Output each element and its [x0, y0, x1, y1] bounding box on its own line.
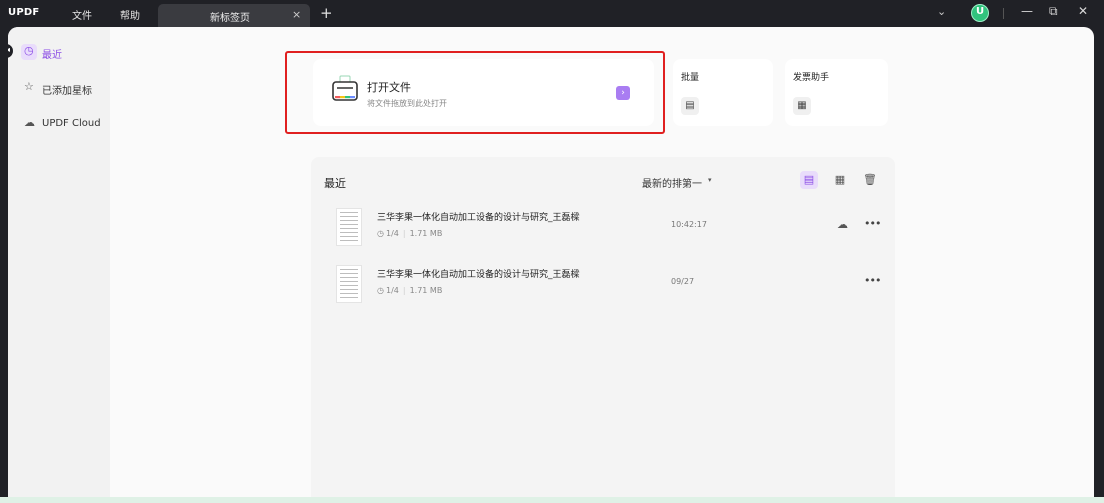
tab-title: 新标签页 — [210, 13, 250, 24]
menu-file[interactable]: 文件 — [72, 7, 92, 22]
star-icon: ☆ — [24, 80, 34, 93]
updf-logo: UPDF — [8, 7, 40, 18]
file-size: 1.71 MB — [409, 229, 443, 238]
invoice-title: 发票助手 — [793, 73, 830, 83]
invoice-assistant-card[interactable]: 发票助手 ▦ — [785, 59, 888, 126]
title-bar: UPDF 文件 帮助 新标签页 × + ⌄ U — ⧉ ✕ — [0, 0, 1104, 27]
cloud-icon-wrap: ☁ — [21, 116, 37, 132]
tab-new-tab[interactable]: 新标签页 × — [158, 4, 310, 27]
file-time: 09/27 — [671, 277, 695, 286]
sidebar-item-label: 最近 — [42, 50, 62, 61]
file-size: 1.71 MB — [409, 286, 443, 295]
pdf-thumbnail — [336, 265, 362, 303]
page-icon: ◷ — [377, 229, 384, 238]
caret-down-icon[interactable]: ▾ — [708, 176, 712, 184]
sidebar-item-label: UPDF Cloud — [42, 118, 101, 129]
sort-dropdown[interactable]: 最新的排第一 — [642, 175, 702, 190]
more-options-icon[interactable]: ••• — [864, 274, 881, 287]
titlebar-divider — [1003, 8, 1004, 19]
sidebar-item-starred[interactable]: ☆ 已添加星标 — [18, 78, 102, 100]
grid-view-button[interactable]: ▦ — [831, 171, 849, 189]
file-meta: ◷ 1/4 | 1.71 MB — [377, 229, 443, 238]
new-tab-button[interactable]: + — [320, 4, 333, 22]
file-meta: ◷ 1/4 | 1.71 MB — [377, 286, 443, 295]
list-item[interactable]: 三华李果一体化自动加工设备的设计与研究_王磊樑 ◷ 1/4 | 1.71 MB 09/… — [331, 265, 881, 313]
pdf-thumbnail — [336, 208, 362, 246]
page-icon: ◷ — [377, 286, 384, 295]
chevron-down-icon[interactable]: ⌄ — [937, 5, 946, 18]
bottom-strip — [0, 497, 1104, 503]
sidebar-item-recent[interactable]: ◷ 最近 — [18, 42, 102, 64]
menu-help[interactable]: 帮助 — [120, 7, 140, 22]
sidebar-collapse-handle[interactable]: ◂ — [8, 44, 13, 58]
recent-heading: 最近 — [324, 177, 346, 190]
clock-icon-wrap: ◷ — [21, 44, 37, 60]
file-name: 三华李果一体化自动加工设备的设计与研究_王磊樑 — [377, 213, 580, 223]
sidebar: ◂ ◷ 最近 ☆ 已添加星标 ☁ UPDF Cloud — [8, 27, 110, 503]
list-view-button[interactable]: ▤ — [800, 171, 818, 189]
highlight-box — [285, 51, 665, 134]
batch-card[interactable]: 批量 ▤ — [673, 59, 773, 126]
clock-icon: ◷ — [24, 44, 34, 57]
recent-panel: 最近 最新的排第一 ▾ ▤ ▦ 🗑 三华李果一体化自动加工设备的设计与研究_王磊… — [311, 157, 895, 503]
file-name: 三华李果一体化自动加工设备的设计与研究_王磊樑 — [377, 270, 580, 280]
cloud-upload-icon[interactable]: ☁ — [837, 218, 848, 231]
minimize-button[interactable]: — — [1021, 4, 1033, 18]
sidebar-item-cloud[interactable]: ☁ UPDF Cloud — [18, 114, 102, 136]
cloud-icon: ☁ — [24, 116, 35, 129]
more-options-icon[interactable]: ••• — [864, 217, 881, 230]
sidebar-item-label: 已添加星标 — [42, 86, 92, 97]
tab-close-icon[interactable]: × — [292, 8, 301, 21]
trash-icon[interactable]: 🗑 — [861, 171, 879, 189]
file-pages: 1/4 — [385, 286, 399, 295]
avatar[interactable]: U — [971, 4, 989, 22]
invoice-icon: ▦ — [793, 97, 811, 115]
list-item[interactable]: 三华李果一体化自动加工设备的设计与研究_王磊樑 ◷ 1/4 | 1.71 MB 10:… — [331, 208, 881, 256]
file-pages: 1/4 — [385, 229, 399, 238]
close-window-button[interactable]: ✕ — [1078, 4, 1088, 18]
avatar-initial: U — [976, 6, 985, 17]
file-time: 10:42:17 — [671, 220, 707, 229]
batch-icon: ▤ — [681, 97, 699, 115]
batch-title: 批量 — [681, 73, 700, 83]
star-icon-wrap: ☆ — [21, 80, 37, 96]
chevron-left-icon: ◂ — [8, 45, 11, 54]
restore-button[interactable]: ⧉ — [1049, 4, 1058, 19]
